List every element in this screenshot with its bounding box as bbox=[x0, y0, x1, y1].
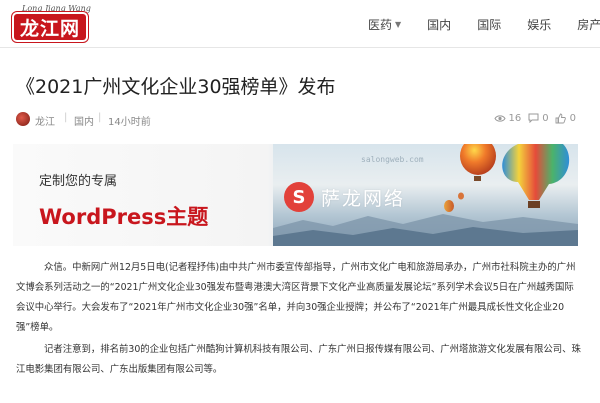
site-logo[interactable]: Long Jiang Wang 龙江网 bbox=[8, 4, 91, 44]
nav-label: 房产 bbox=[577, 17, 600, 32]
site-header: Long Jiang Wang 龙江网 医药 ▼ 国内 国际 娱乐 房产 bbox=[0, 0, 600, 48]
article-meta: 龙江 | 国内 | 14小时前 16 0 0 bbox=[16, 111, 576, 128]
ad-banner[interactable]: 定制您的专属 WordPress主题 salongweb.com S 萨龙网络 bbox=[13, 144, 578, 246]
nav-label: 国际 bbox=[477, 17, 502, 32]
logo-text: 龙江网 bbox=[19, 17, 80, 40]
article-title: 《2021广州文化企业30强榜单》发布 bbox=[16, 76, 336, 98]
meta-divider: | bbox=[98, 112, 102, 123]
brand-s-icon: S bbox=[284, 182, 314, 212]
article-paragraph: 记者注意到，排名前30的企业包括广州酷狗计算机科技有限公司、广东广州日报传媒有限… bbox=[16, 344, 581, 375]
banner-line1: 定制您的专属 bbox=[39, 174, 118, 189]
nav-item-entertainment[interactable]: 娱乐 bbox=[527, 16, 551, 33]
publish-time: 14小时前 bbox=[108, 117, 151, 128]
nav-label: 国内 bbox=[427, 17, 452, 32]
main-nav: 医药 ▼ 国内 国际 娱乐 房产 bbox=[368, 0, 600, 48]
avatar[interactable] bbox=[16, 112, 30, 126]
meta-divider: | bbox=[64, 112, 68, 123]
view-count: 16 bbox=[508, 112, 522, 124]
category-link[interactable]: 国内 bbox=[74, 113, 94, 128]
nav-item-real-estate[interactable]: 房产 bbox=[577, 16, 600, 33]
eye-icon bbox=[493, 112, 506, 124]
nav-label: 娱乐 bbox=[527, 17, 552, 32]
like-count: 0 bbox=[569, 112, 576, 124]
article-stats: 16 0 0 bbox=[493, 112, 576, 124]
comment-count: 0 bbox=[542, 112, 549, 124]
nav-item-medicine[interactable]: 医药 ▼ bbox=[368, 16, 401, 33]
nav-item-domestic[interactable]: 国内 bbox=[427, 16, 451, 33]
thumbs-up-icon[interactable] bbox=[555, 112, 567, 124]
nav-label: 医药 bbox=[368, 17, 393, 32]
logo-box: 龙江网 bbox=[14, 14, 86, 40]
banner-text: 定制您的专属 WordPress主题 bbox=[39, 170, 208, 231]
hot-air-balloons-graphic bbox=[444, 144, 570, 212]
banner-line2: WordPress主题 bbox=[39, 205, 209, 229]
article-paragraph: 众信。中新网广州12月5日电(记者程抒伟)由中共广州市委宣传部指导，广州市文化广… bbox=[16, 262, 576, 333]
author-link[interactable]: 龙江 bbox=[35, 113, 55, 128]
logo-script: Long Jiang Wang bbox=[22, 4, 91, 13]
chevron-down-icon: ▼ bbox=[395, 19, 402, 29]
comment-icon[interactable] bbox=[527, 112, 539, 124]
banner-brand: 萨龙网络 bbox=[321, 188, 406, 210]
banner-url: salongweb.com bbox=[361, 155, 424, 164]
banner-sky-image bbox=[273, 144, 578, 246]
nav-item-international[interactable]: 国际 bbox=[477, 16, 501, 33]
